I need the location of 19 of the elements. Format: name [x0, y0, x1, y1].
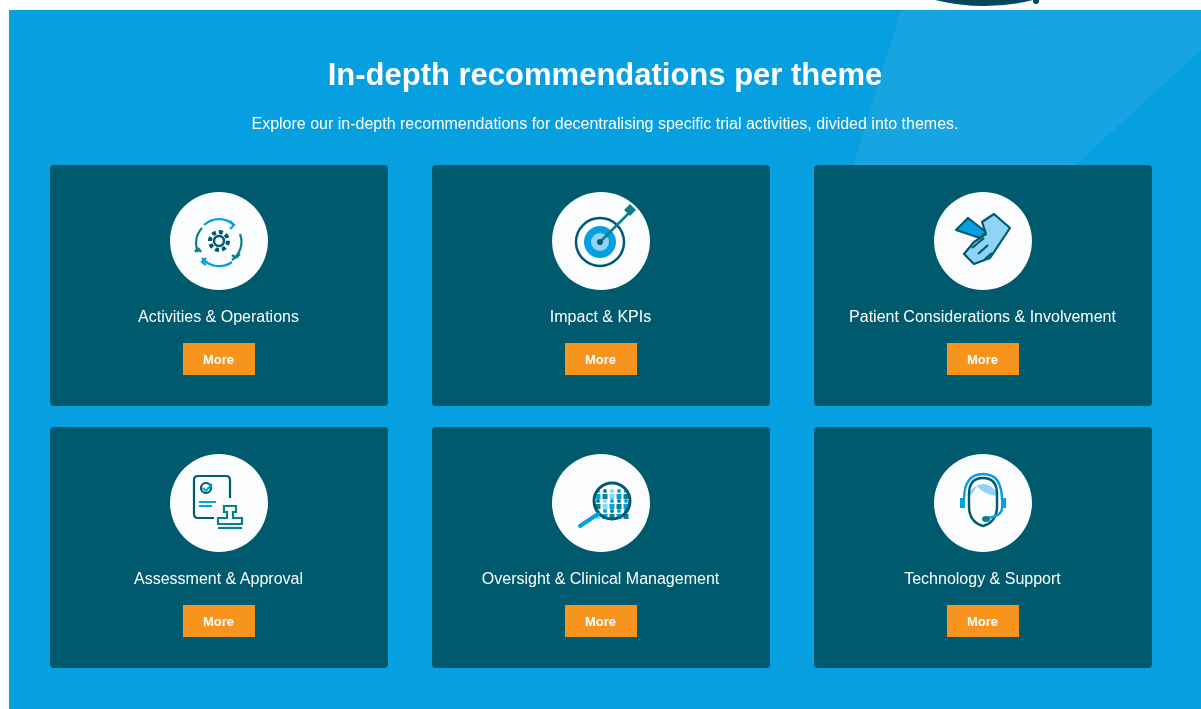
- theme-title: Impact & KPIs: [549, 308, 652, 326]
- theme-title: Technology & Support: [904, 570, 1061, 588]
- magnifier-people-icon: [551, 454, 650, 552]
- section-title: In-depth recommendations per theme: [327, 57, 883, 93]
- theme-title: Assessment & Approval: [134, 570, 303, 588]
- handshake-icon: [933, 192, 1032, 290]
- theme-title: Activities & Operations: [138, 308, 299, 326]
- more-button[interactable]: More: [946, 605, 1019, 637]
- more-button[interactable]: More: [182, 605, 255, 637]
- more-button[interactable]: More: [182, 343, 255, 375]
- theme-title: Patient Considerations & Involvement: [849, 308, 1116, 326]
- more-button[interactable]: More: [564, 605, 637, 637]
- more-button[interactable]: More: [946, 343, 1019, 375]
- theme-title: Oversight & Clinical Management: [481, 570, 720, 588]
- section-subtitle: Explore our in-depth recommendations for decentralising specific trial activities, divided into themes.: [251, 115, 959, 133]
- more-button[interactable]: More: [564, 343, 637, 375]
- gear-cycle-icon: [169, 192, 268, 290]
- document-stamp-icon: [169, 454, 268, 552]
- headset-person-icon: [933, 454, 1032, 552]
